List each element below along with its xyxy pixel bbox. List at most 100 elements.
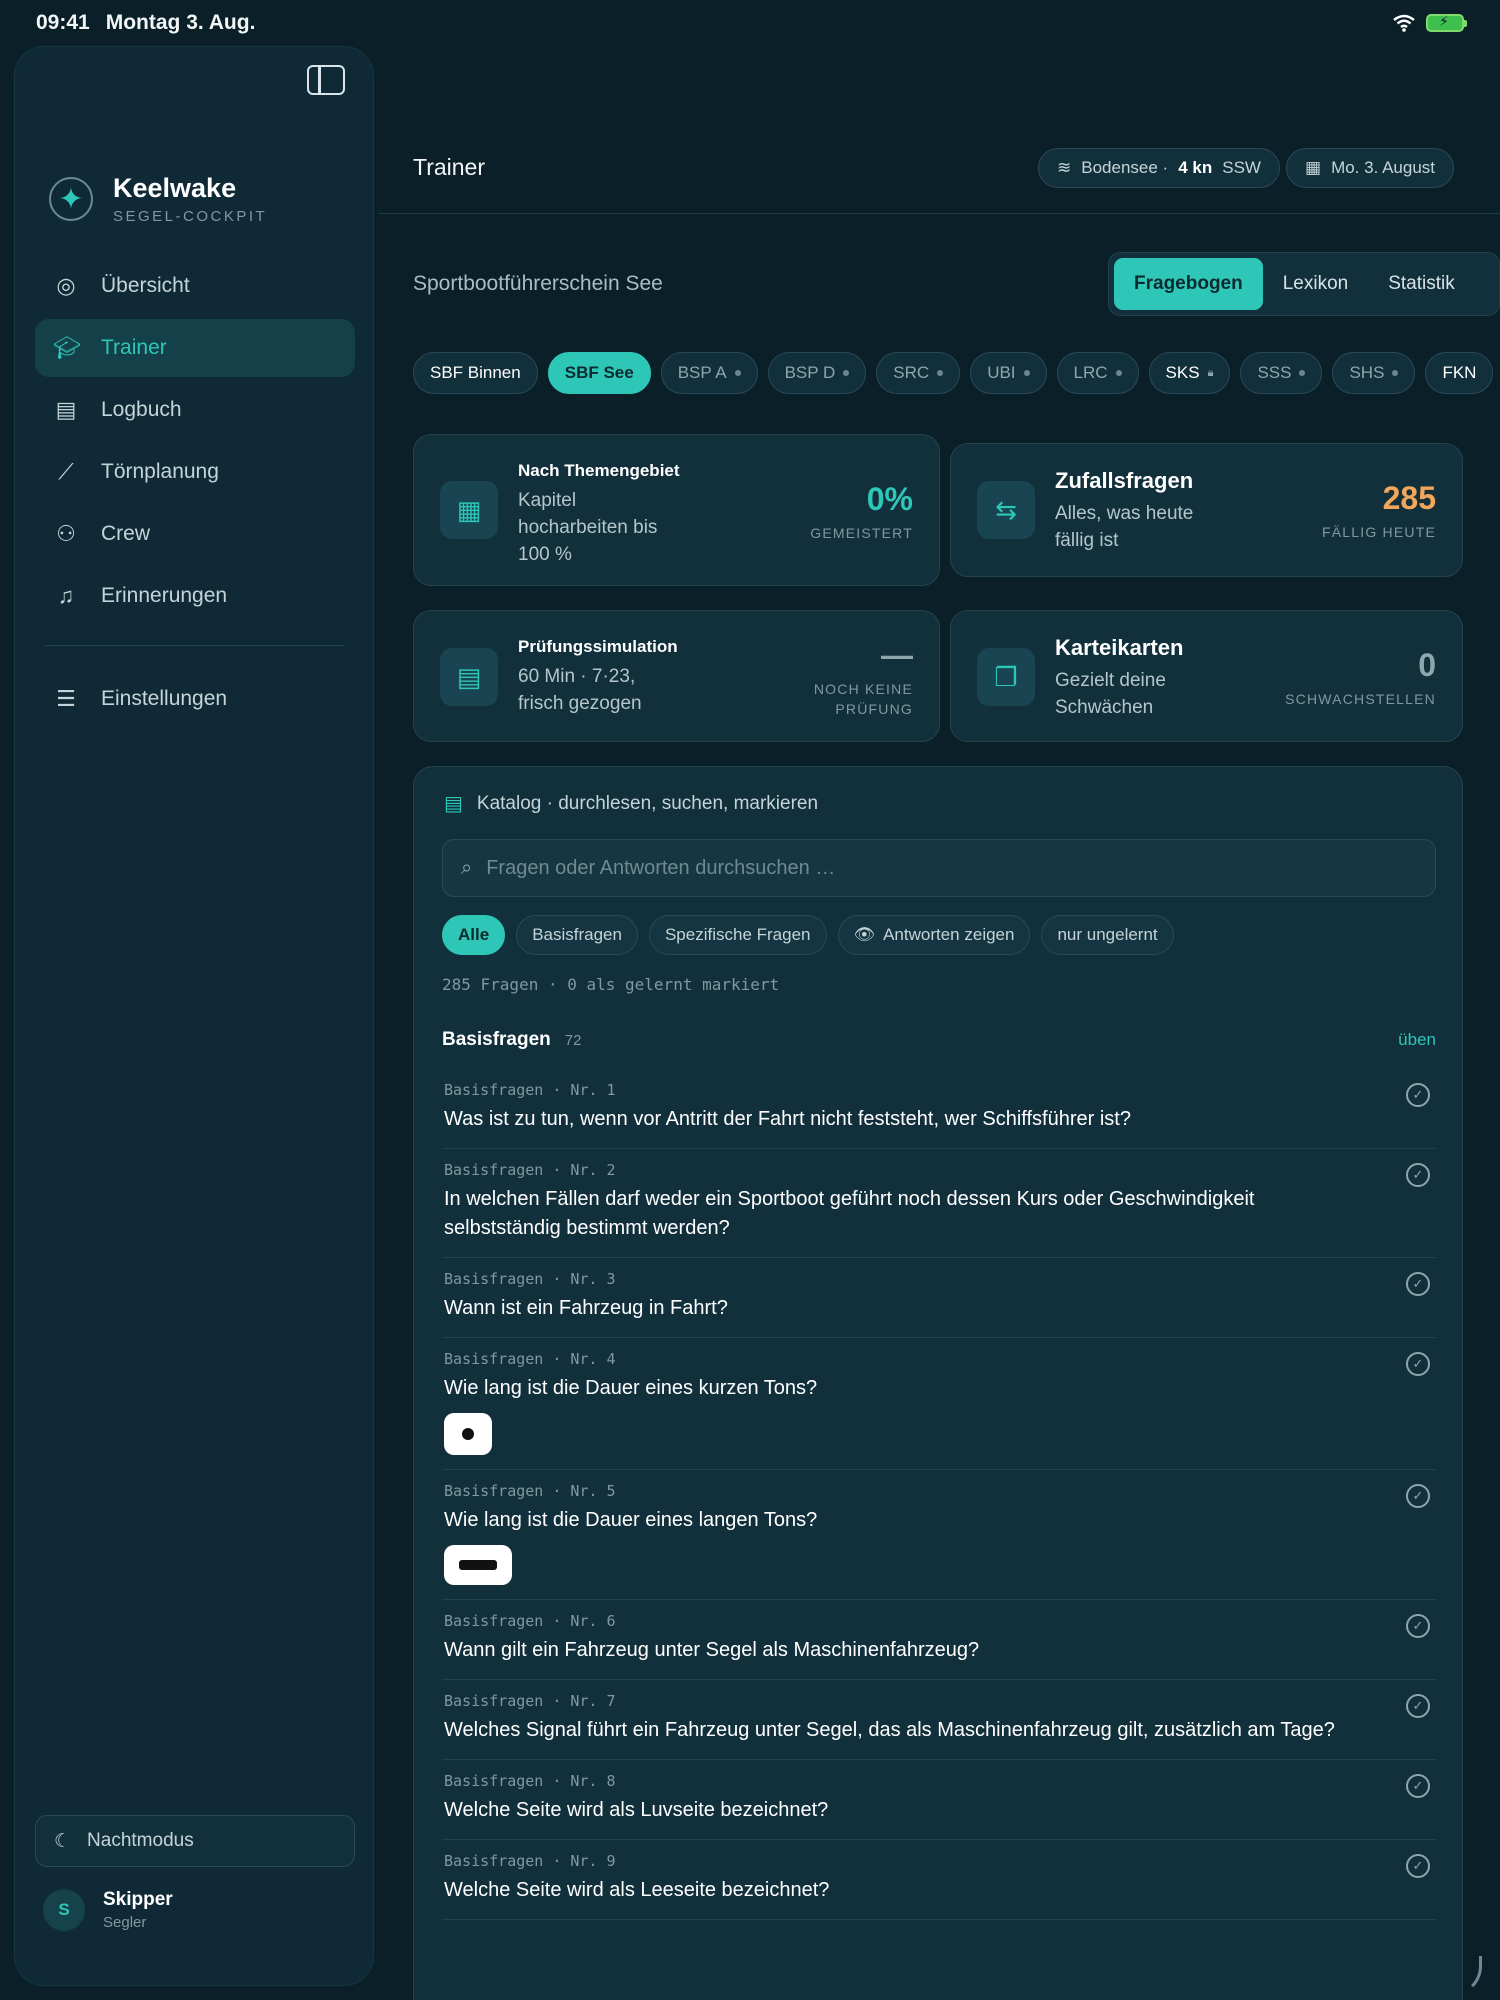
night-mode-button[interactable]: ☾ Nachtmodus bbox=[35, 1815, 355, 1867]
card-flashcards[interactable]: ❐ Karteikarten Gezielt deine Schwächen 0… bbox=[950, 610, 1463, 742]
chip-label: SHS bbox=[1349, 363, 1385, 382]
chip-bsp-d[interactable]: BSP D bbox=[767, 352, 867, 394]
question-row[interactable]: Basisfragen · Nr. 4 Wie lang ist die Dau… bbox=[442, 1338, 1436, 1470]
check-circle-icon[interactable]: ✓ bbox=[1406, 1694, 1430, 1718]
dot-icon bbox=[1023, 370, 1030, 376]
filter-antworten-zeigen[interactable]: 👁︎ Antworten zeigen bbox=[837, 915, 1031, 955]
question-text: Welches Signal führt ein Fahrzeug unter … bbox=[444, 1719, 1335, 1741]
compass-icon: ◎ bbox=[56, 273, 76, 298]
tab-lexikon[interactable]: Lexikon bbox=[1263, 258, 1369, 310]
sidebar-item-einstellungen[interactable]: ☰ Einstellungen bbox=[35, 670, 355, 728]
question-row[interactable]: Basisfragen · Nr. 9 Welche Seite wird al… bbox=[442, 1840, 1436, 1920]
chip-label: SRC bbox=[893, 363, 930, 382]
chip-lrc[interactable]: LRC bbox=[1056, 352, 1139, 394]
sidebar-item-trainer[interactable]: 🎓︎ Trainer bbox=[35, 319, 355, 377]
book-icon: ▤ bbox=[444, 793, 463, 815]
dot-icon bbox=[843, 370, 850, 376]
sidebar-item-label: Erinnerungen bbox=[101, 584, 228, 607]
chip-shs[interactable]: SHS bbox=[1332, 352, 1416, 394]
card-topic[interactable]: ▦ Nach Themengebiet Kapitel hocharbeiten… bbox=[413, 434, 940, 586]
dot-icon bbox=[1115, 370, 1122, 376]
license-title: Sportbootführerschein See bbox=[413, 272, 663, 295]
chip-fkn[interactable]: FKN bbox=[1425, 352, 1494, 394]
chip-sks[interactable]: SKS 🔒︎ bbox=[1148, 352, 1231, 394]
card-value: 0% bbox=[866, 481, 913, 517]
check-circle-icon[interactable]: ✓ bbox=[1406, 1163, 1430, 1187]
search-input[interactable] bbox=[486, 856, 1387, 880]
question-row[interactable]: Basisfragen · Nr. 8 Welche Seite wird al… bbox=[442, 1760, 1436, 1840]
question-text: Wie lang ist die Dauer eines kurzen Tons… bbox=[444, 1377, 818, 1399]
question-row[interactable]: Basisfragen · Nr. 2 In welchen Fällen da… bbox=[442, 1149, 1436, 1258]
cards-icon: ❐ bbox=[977, 648, 1035, 706]
filter-basisfragen[interactable]: Basisfragen bbox=[516, 915, 638, 955]
question-text: Wann gilt ein Fahrzeug unter Segel als M… bbox=[444, 1639, 980, 1661]
card-random[interactable]: ⇆ Zufallsfragen Alles, was heute fällig … bbox=[950, 443, 1463, 577]
user-profile[interactable]: S Skipper Segler bbox=[43, 1889, 173, 1931]
check-circle-icon[interactable]: ✓ bbox=[1406, 1854, 1430, 1878]
route-icon: ⟋ bbox=[58, 459, 74, 484]
chip-ubi[interactable]: UBI bbox=[970, 352, 1047, 394]
section-count: 72 bbox=[564, 1031, 582, 1049]
sliders-icon: ☰ bbox=[56, 686, 76, 711]
question-meta: Basisfragen · Nr. 7 bbox=[444, 1692, 616, 1710]
question-row[interactable]: Basisfragen · Nr. 5 Wie lang ist die Dau… bbox=[442, 1470, 1436, 1600]
header-date: Mo. 3. August bbox=[1331, 158, 1436, 177]
search-icon: ⌕ bbox=[461, 856, 473, 879]
check-circle-icon[interactable]: ✓ bbox=[1406, 1352, 1430, 1376]
check-circle-icon[interactable]: ✓ bbox=[1406, 1774, 1430, 1798]
license-chips: SBF Binnen SBF See BSP A BSP D SRC UBI L… bbox=[413, 352, 1500, 394]
chip-sbf-see[interactable]: SBF See bbox=[547, 352, 651, 394]
sidebar-item-label: Logbuch bbox=[101, 398, 182, 421]
card-label: NOCH KEINE PRÜFUNG bbox=[814, 679, 913, 719]
users-icon: ⚇ bbox=[56, 521, 76, 546]
practice-link[interactable]: üben bbox=[1398, 1030, 1436, 1050]
card-title: Karteikarten bbox=[1055, 635, 1184, 660]
chip-sss[interactable]: SSS bbox=[1240, 352, 1323, 394]
card-description: Kapitel hocharbeiten bis 100 % bbox=[518, 490, 658, 565]
question-row[interactable]: Basisfragen · Nr. 3 Wann ist ein Fahrzeu… bbox=[442, 1258, 1436, 1338]
card-description: 60 Min · 7·23, frisch gezogen bbox=[518, 666, 642, 714]
card-label-line: NOCH KEINE bbox=[813, 681, 913, 697]
chip-label: SSS bbox=[1257, 363, 1292, 382]
weather-wind: 4 kn bbox=[1178, 158, 1213, 177]
section-header: Basisfragen 72 üben bbox=[442, 1029, 1436, 1051]
chip-src[interactable]: SRC bbox=[876, 352, 961, 394]
sidebar-item-crew[interactable]: ⚇ Crew bbox=[35, 505, 355, 563]
status-bar: 09:41 Montag 3. Aug. ⚡ bbox=[0, 0, 1500, 46]
question-meta: Basisfragen · Nr. 9 bbox=[444, 1852, 616, 1870]
date-pill[interactable]: ▦ Mo. 3. August bbox=[1286, 148, 1455, 188]
chip-label: SKS bbox=[1165, 363, 1200, 382]
weather-pill[interactable]: ≋ Bodensee · 4 kn SSW bbox=[1038, 148, 1280, 188]
document-icon: ▤ bbox=[440, 648, 498, 706]
resize-handle-icon[interactable] bbox=[1452, 1956, 1482, 1996]
filter-spezifische-fragen[interactable]: Spezifische Fragen bbox=[648, 915, 827, 955]
tab-statistik[interactable]: Statistik bbox=[1368, 258, 1475, 310]
filter-nur-ungelernt[interactable]: nur ungelernt bbox=[1041, 915, 1174, 955]
card-description: Alles, was heute fällig ist bbox=[1055, 503, 1194, 551]
check-circle-icon[interactable]: ✓ bbox=[1406, 1484, 1430, 1508]
check-circle-icon[interactable]: ✓ bbox=[1406, 1272, 1430, 1296]
tab-fragebogen[interactable]: Fragebogen bbox=[1114, 258, 1263, 310]
chip-sbf-binnen[interactable]: SBF Binnen bbox=[413, 352, 538, 394]
question-row[interactable]: Basisfragen · Nr. 1 Was ist zu tun, wenn… bbox=[442, 1069, 1436, 1149]
dot-icon bbox=[937, 370, 944, 376]
question-row[interactable]: Basisfragen · Nr. 7 Welches Signal führt… bbox=[442, 1680, 1436, 1760]
question-row[interactable]: Basisfragen · Nr. 6 Wann gilt ein Fahrze… bbox=[442, 1600, 1436, 1680]
status-indicators: ⚡ bbox=[1392, 13, 1467, 32]
sidebar-item-erinnerungen[interactable]: ♫ Erinnerungen bbox=[35, 567, 355, 625]
filter-alle[interactable]: Alle bbox=[442, 915, 506, 955]
card-exam[interactable]: ▤ Prüfungssimulation 60 Min · 7·23, fris… bbox=[413, 610, 940, 742]
page-header: Trainer ≋ Bodensee · 4 kn SSW ▦ Mo. 3. A… bbox=[378, 106, 1500, 214]
calendar-icon: ▦ bbox=[1305, 158, 1322, 177]
sidebar-item-toernplanung[interactable]: ⟋ Törnplanung bbox=[35, 443, 355, 501]
weather-location: Bodensee · bbox=[1081, 158, 1169, 177]
check-circle-icon[interactable]: ✓ bbox=[1406, 1614, 1430, 1638]
check-circle-icon[interactable]: ✓ bbox=[1406, 1083, 1430, 1107]
sidebar-toggle-icon[interactable] bbox=[307, 65, 345, 95]
sidebar-item-uebersicht[interactable]: ◎ Übersicht bbox=[35, 257, 355, 315]
sidebar-item-logbuch[interactable]: ▤ Logbuch bbox=[35, 381, 355, 439]
search-box: ⌕ bbox=[442, 839, 1436, 897]
chip-label: FKN bbox=[1442, 363, 1477, 382]
short-tone-signal-icon bbox=[444, 1413, 492, 1455]
chip-bsp-a[interactable]: BSP A bbox=[660, 352, 758, 394]
